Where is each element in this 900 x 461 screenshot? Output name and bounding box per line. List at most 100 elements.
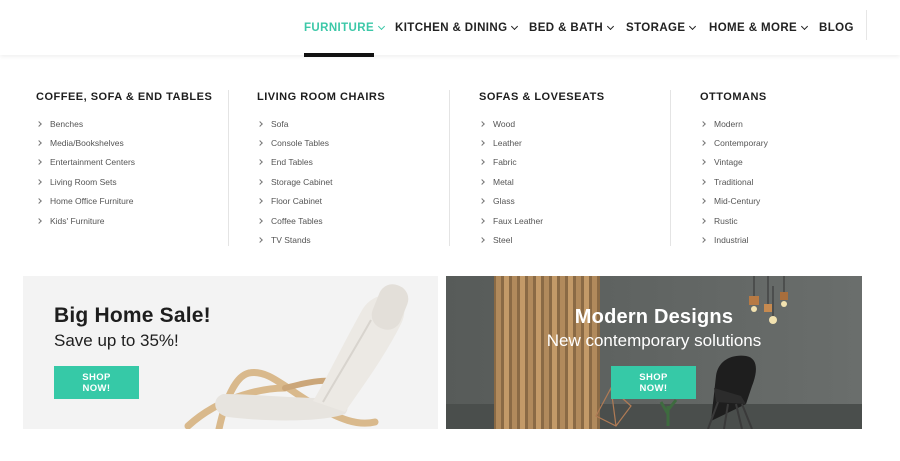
menu-column-title: SOFAS & LOVESEATS	[479, 91, 605, 103]
nav-item-bed-bath[interactable]: BED & BATH	[529, 0, 615, 55]
menu-link-wood[interactable]: Wood	[479, 114, 543, 133]
menu-link-faux-leather[interactable]: Faux Leather	[479, 211, 543, 230]
menu-link-fabric[interactable]: Fabric	[479, 153, 543, 172]
chevron-down-icon	[801, 22, 809, 30]
nav-item-label: FURNITURE	[304, 21, 375, 34]
menu-link-end-tables[interactable]: End Tables	[257, 153, 332, 172]
menu-link-coffee-tables[interactable]: Coffee Tables	[257, 211, 332, 230]
chevron-right-icon	[257, 140, 263, 146]
chevron-right-icon	[700, 237, 706, 243]
chevron-right-icon	[36, 179, 42, 185]
menu-column-divider	[449, 90, 450, 246]
menu-link-tv-stands[interactable]: TV Stands	[257, 230, 332, 249]
menu-link-modern[interactable]: Modern	[700, 114, 768, 133]
menu-column-title: LIVING ROOM CHAIRS	[257, 91, 386, 103]
chevron-right-icon	[700, 140, 706, 146]
chevron-right-icon	[36, 140, 42, 146]
menu-link-media-bookshelves[interactable]: Media/Bookshelves	[36, 133, 135, 152]
mega-menu: COFFEE, SOFA & END TABLES Benches Media/…	[0, 57, 900, 262]
promo-banner-modern-designs[interactable]: Modern Designs New contemporary solution…	[446, 276, 862, 429]
menu-link-floor-cabinet[interactable]: Floor Cabinet	[257, 192, 332, 211]
nav-item-kitchen-dining[interactable]: KITCHEN & DINING	[395, 0, 519, 55]
chevron-right-icon	[700, 159, 706, 166]
menu-link-entertainment-centers[interactable]: Entertainment Centers	[36, 153, 135, 172]
chevron-right-icon	[36, 159, 42, 166]
menu-link-mid-century[interactable]: Mid-Century	[700, 192, 768, 211]
menu-link-label: Vintage	[714, 157, 743, 168]
menu-link-living-room-sets[interactable]: Living Room Sets	[36, 172, 135, 191]
nav-divider	[866, 10, 867, 40]
menu-link-label: Media/Bookshelves	[50, 138, 124, 149]
menu-link-label: Storage Cabinet	[271, 176, 333, 187]
menu-link-benches[interactable]: Benches	[36, 114, 135, 133]
chevron-right-icon	[479, 198, 485, 205]
menu-link-home-office-furniture[interactable]: Home Office Furniture	[36, 192, 135, 211]
menu-link-steel[interactable]: Steel	[479, 230, 543, 249]
menu-column-title: OTTOMANS	[700, 91, 767, 103]
chevron-right-icon	[479, 140, 485, 146]
menu-link-console-tables[interactable]: Console Tables	[257, 133, 332, 152]
menu-link-label: Coffee Tables	[271, 215, 323, 226]
chevron-right-icon	[36, 120, 42, 127]
chevron-right-icon	[479, 159, 485, 166]
menu-link-vintage[interactable]: Vintage	[700, 153, 768, 172]
menu-link-label: End Tables	[271, 157, 313, 168]
chevron-right-icon	[257, 159, 263, 166]
menu-link-sofa[interactable]: Sofa	[257, 114, 332, 133]
chevron-right-icon	[479, 237, 485, 243]
menu-link-rustic[interactable]: Rustic	[700, 211, 768, 230]
menu-link-label: Rustic	[714, 215, 738, 226]
chevron-right-icon	[257, 198, 263, 205]
menu-column-divider	[228, 90, 229, 246]
chevron-right-icon	[257, 237, 263, 243]
menu-link-label: Steel	[493, 235, 513, 246]
nav-item-label: BLOG	[819, 21, 854, 34]
menu-link-label: Traditional	[714, 176, 754, 187]
chevron-down-icon	[607, 22, 615, 30]
menu-link-leather[interactable]: Leather	[479, 133, 543, 152]
chevron-right-icon	[479, 217, 485, 224]
chevron-right-icon	[700, 179, 706, 185]
menu-column-list: Wood Leather Fabric Metal Glass Faux Lea…	[479, 114, 543, 250]
chevron-right-icon	[36, 198, 42, 205]
chevron-down-icon	[689, 22, 697, 30]
menu-link-glass[interactable]: Glass	[479, 192, 543, 211]
banner-subtitle: New contemporary solutions	[546, 331, 762, 350]
promo-banner-big-home-sale[interactable]: Big Home Sale! Save up to 35%! SHOP NOW!	[23, 276, 438, 429]
menu-link-label: Benches	[50, 118, 84, 129]
shop-now-button[interactable]: SHOP NOW!	[611, 366, 696, 399]
main-navigation: FURNITURE KITCHEN & DINING BED & BATH ST…	[0, 0, 900, 57]
banner-title: Modern Designs	[574, 306, 734, 328]
menu-link-label: Sofa	[271, 118, 289, 129]
chevron-down-icon	[378, 22, 386, 30]
menu-link-kids-furniture[interactable]: Kids' Furniture	[36, 211, 135, 230]
nav-item-label: KITCHEN & DINING	[395, 21, 508, 34]
menu-column-divider	[670, 90, 671, 246]
menu-link-label: Leather	[493, 138, 522, 149]
menu-link-storage-cabinet[interactable]: Storage Cabinet	[257, 172, 332, 191]
menu-link-label: Faux Leather	[493, 215, 544, 226]
menu-link-contemporary[interactable]: Contemporary	[700, 133, 768, 152]
menu-link-label: Fabric	[493, 157, 517, 168]
menu-link-label: Contemporary	[714, 138, 768, 149]
nav-item-storage[interactable]: STORAGE	[626, 0, 697, 55]
chevron-right-icon	[257, 179, 263, 185]
chevron-down-icon	[511, 22, 519, 30]
menu-link-traditional[interactable]: Traditional	[700, 172, 768, 191]
menu-link-label: Industrial	[714, 235, 749, 246]
rocking-chair-image	[184, 284, 409, 429]
menu-link-label: Kids' Furniture	[50, 215, 105, 226]
nav-item-blog[interactable]: BLOG	[819, 0, 854, 55]
menu-link-label: Metal	[493, 176, 514, 187]
nav-item-home-more[interactable]: HOME & MORE	[709, 0, 809, 55]
menu-link-label: Glass	[493, 196, 515, 207]
menu-link-industrial[interactable]: Industrial	[700, 230, 768, 249]
chevron-right-icon	[257, 120, 263, 127]
menu-link-label: Mid-Century	[714, 196, 761, 207]
banner-subtitle: Save up to 35%!	[54, 331, 179, 350]
nav-item-furniture[interactable]: FURNITURE	[304, 0, 386, 55]
menu-link-metal[interactable]: Metal	[479, 172, 543, 191]
shop-now-button[interactable]: SHOP NOW!	[54, 366, 139, 399]
nav-item-label: BED & BATH	[529, 21, 604, 34]
menu-link-label: Wood	[493, 118, 516, 129]
